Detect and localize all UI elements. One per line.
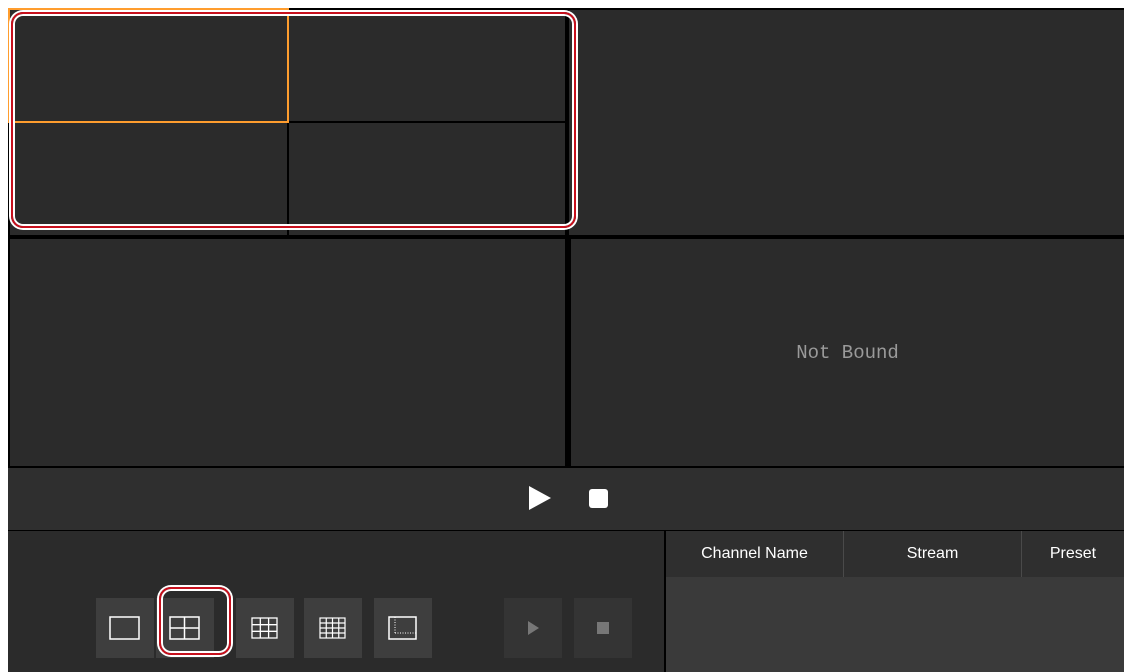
9-split-icon[interactable] (236, 598, 294, 658)
custom-split-icon[interactable] (374, 598, 432, 658)
video-pane-unbound[interactable]: Not Bound (571, 239, 1124, 466)
1-split-icon[interactable] (96, 598, 154, 658)
column-header-channel-name[interactable]: Channel Name (666, 531, 844, 577)
stop-disabled-button[interactable] (574, 598, 632, 658)
not-bound-label: Not Bound (796, 341, 899, 364)
highlight-annotation (159, 587, 231, 655)
play-disabled-button[interactable] (504, 598, 562, 658)
playback-bar (8, 468, 1124, 530)
video-pane[interactable] (10, 239, 565, 466)
highlight-annotation (11, 12, 576, 228)
column-header-preset[interactable]: Preset (1022, 531, 1124, 577)
stop-icon[interactable] (589, 489, 608, 508)
column-header-stream[interactable]: Stream (844, 531, 1022, 577)
video-wall-window: Not Bound Channel Name Stream Preset (8, 8, 1124, 672)
play-icon[interactable] (529, 486, 551, 510)
video-pane[interactable] (569, 10, 1124, 235)
16-split-icon[interactable] (304, 598, 362, 658)
